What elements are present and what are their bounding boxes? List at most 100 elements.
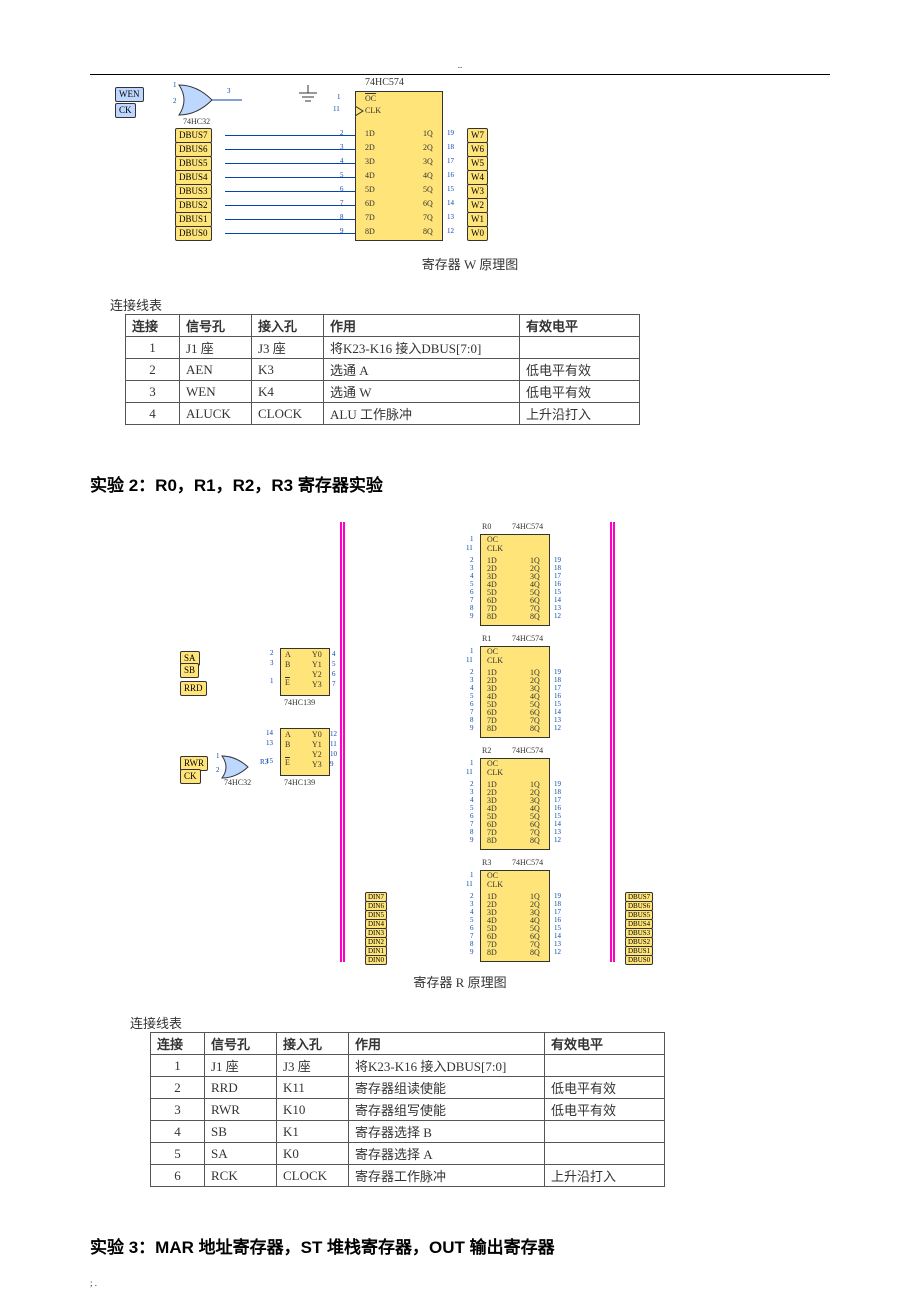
pin-num: 17 [554, 572, 561, 580]
table-row: 1J1 座J3 座将K23-K16 接入DBUS[7:0] [151, 1055, 665, 1077]
td: J3 座 [277, 1055, 349, 1077]
pin-num: 17 [554, 684, 561, 692]
th: 连接 [126, 315, 180, 337]
decoder-out-label: Y0 [312, 730, 322, 739]
pin-num: 12 [554, 836, 561, 844]
sb-tag: SB [180, 663, 199, 678]
table-row: 2RRDK11寄存器组读使能低电平有效 [151, 1077, 665, 1099]
d-pin-label: 3D [365, 157, 375, 166]
pin-num: 1 [337, 93, 341, 101]
td: 选通 A [324, 359, 520, 381]
wire [225, 191, 355, 192]
td [545, 1121, 665, 1143]
pin-num: 9 [470, 948, 474, 956]
pin-num: 3 [470, 900, 474, 908]
th: 有效电平 [545, 1033, 665, 1055]
pin-num: 12 [330, 730, 337, 738]
clock-edge-icon [355, 106, 365, 116]
w-output-tag: W1 [467, 212, 488, 227]
d-pin-label: 4D [365, 171, 375, 180]
wen-signal-tag: WEN [115, 87, 144, 102]
register-chip-label: 74HC574 [512, 746, 543, 755]
td: K10 [277, 1099, 349, 1121]
q-pin-label: 8Q [423, 227, 433, 236]
wire [225, 177, 355, 178]
d-pin-label: 5D [365, 185, 375, 194]
td: K3 [252, 359, 324, 381]
pin-num: 1 [173, 81, 177, 89]
td: CLOCK [277, 1165, 349, 1187]
dec-a-label: A [285, 730, 291, 739]
oc-label: OC [487, 871, 498, 880]
pin-num: 9 [470, 612, 474, 620]
pin-num: 16 [554, 580, 561, 588]
td: K1 [277, 1121, 349, 1143]
oc-label: OC [365, 94, 376, 103]
td: ALUCK [180, 403, 252, 425]
register-w-diagram: WEN CK 1 2 3 74HC32 74HC574 1 11 OC CLK … [115, 83, 545, 258]
pin-num: 9 [470, 836, 474, 844]
q-pin-label: 5Q [423, 185, 433, 194]
td: 6 [151, 1165, 205, 1187]
pin-num: 5 [470, 916, 474, 924]
pin-num: 15 [554, 588, 561, 596]
dec-e-label: E [285, 758, 290, 767]
dec-b-label: B [285, 740, 290, 749]
wire [225, 205, 355, 206]
pin-num: 13 [554, 604, 561, 612]
td: AEN [180, 359, 252, 381]
q-pin-label: 8Q [530, 836, 540, 845]
dbus-tag: DBUS3 [175, 184, 212, 199]
decoder-out-label: Y3 [312, 760, 322, 769]
td: SB [205, 1121, 277, 1143]
d-pin-label: 8D [487, 724, 497, 733]
pin-num: 19 [554, 556, 561, 564]
pin-num: 12 [554, 724, 561, 732]
pin-num: 1 [470, 759, 474, 767]
wire [225, 135, 355, 136]
bus-wire [340, 522, 342, 962]
td: 寄存器组读使能 [349, 1077, 545, 1099]
pin-num: 18 [554, 564, 561, 572]
connection-table-2: 连接 信号孔 接入孔 作用 有效电平 1J1 座J3 座将K23-K16 接入D… [150, 1032, 665, 1187]
td: 低电平有效 [520, 359, 640, 381]
bus-wire [613, 522, 615, 962]
wire [225, 219, 355, 220]
w-output-tag: W0 [467, 226, 488, 241]
td: J1 座 [180, 337, 252, 359]
td: 寄存器组写使能 [349, 1099, 545, 1121]
decoder-chip-label: 74HC139 [284, 778, 315, 787]
register-chip-label: 74HC574 [512, 522, 543, 531]
decoder-out-label: Y0 [312, 650, 322, 659]
q-pin-label: 8Q [530, 948, 540, 957]
pin-num: 14 [266, 729, 273, 737]
clk-label: CLK [487, 768, 503, 777]
din-tag: DIN0 [365, 955, 387, 965]
footer-dots: ; . [90, 1278, 920, 1288]
pin-num: 14 [554, 932, 561, 940]
th: 信号孔 [205, 1033, 277, 1055]
d-pin-label: 1D [365, 129, 375, 138]
th: 作用 [324, 315, 520, 337]
pin-num: 9 [470, 724, 474, 732]
pin-num: 15 [266, 757, 273, 765]
gate-chip-label: 74HC32 [224, 778, 251, 787]
pin-num: 11 [466, 544, 473, 552]
bus-wire [610, 522, 612, 962]
td: RCK [205, 1165, 277, 1187]
table-row: 3WENK4选通 W低电平有效 [126, 381, 640, 403]
pin-num: 8 [470, 716, 474, 724]
td: K0 [277, 1143, 349, 1165]
pin-num: 14 [554, 708, 561, 716]
table-row: 3RWRK10寄存器组写使能低电平有效 [151, 1099, 665, 1121]
register-name-label: R2 [482, 746, 491, 755]
td: CLOCK [252, 403, 324, 425]
pin-num: 4 [332, 650, 336, 658]
pin-num: 4 [470, 684, 474, 692]
td: RWR [205, 1099, 277, 1121]
experiment-2-heading: 实验 2：R0，R1，R2，R3 寄存器实验 [90, 471, 920, 496]
pin-num: 3 [470, 676, 474, 684]
pin-num: 13 [554, 828, 561, 836]
pin-num: 5 [332, 660, 336, 668]
pin-num: 14 [554, 596, 561, 604]
